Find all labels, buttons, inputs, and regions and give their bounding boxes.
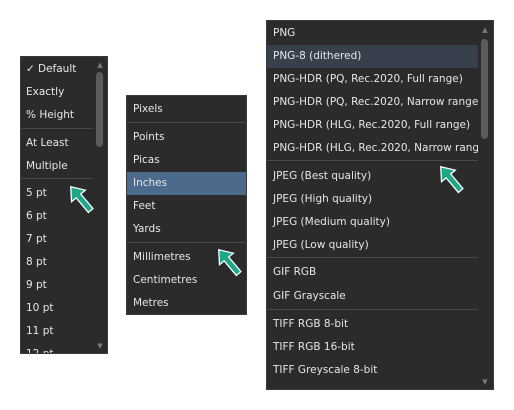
scroll-up-arrow-icon[interactable]: ▲	[480, 26, 490, 34]
scroll-up-arrow-icon[interactable]: ▲	[95, 61, 105, 69]
green-arrow-icon	[440, 165, 464, 194]
menu-item-label: Yards	[133, 223, 161, 235]
menu-item-label: TIFF RGB 16-bit	[273, 341, 355, 353]
menu-item-png-hdr-hlg-rec-2020-narrow-range[interactable]: PNG-HDR (HLG, Rec.2020, Narrow range)	[267, 137, 490, 160]
menu-item-label: Millimetres	[133, 251, 191, 263]
menu-item-label: PNG-HDR (PQ, Rec.2020, Full range)	[273, 73, 463, 85]
scroll-down-arrow-icon[interactable]: ▼	[480, 378, 490, 386]
menu-item-7-pt[interactable]: 7 pt	[21, 228, 93, 251]
menu-item-label: Inches	[133, 177, 168, 189]
menu-item-tiff-rgb-16-bit[interactable]: TIFF RGB 16-bit	[267, 336, 478, 359]
menu-item-label: Default	[38, 63, 77, 75]
checkmark-icon: ✓	[26, 63, 35, 75]
menu-item-11-pt[interactable]: 11 pt	[21, 320, 93, 343]
menu-item-yards[interactable]: Yards	[127, 218, 246, 241]
menu-item-png-hdr-pq-rec-2020-narrow-range[interactable]: PNG-HDR (PQ, Rec.2020, Narrow range)	[267, 91, 482, 114]
menu-item-label: 11 pt	[26, 325, 54, 337]
menu-item-label: 5 pt	[26, 187, 47, 199]
menu-item-label: JPEG (Medium quality)	[273, 216, 390, 228]
menu-item-tiff-greyscale-8-bit[interactable]: TIFF Greyscale 8-bit	[267, 359, 478, 382]
menu-item-label: JPEG (Best quality)	[273, 170, 372, 182]
menu-item-points[interactable]: Points	[127, 126, 246, 149]
menu-item-label: PNG-8 (dithered)	[273, 50, 362, 62]
green-arrow-icon	[218, 248, 242, 277]
menu-item-picas[interactable]: Picas	[127, 149, 246, 172]
menu-item-png[interactable]: PNG	[267, 22, 478, 45]
menu-separator	[127, 122, 246, 123]
menu-item-label: GIF Grayscale	[273, 290, 346, 302]
menu-item-png-hdr-pq-rec-2020-full-range[interactable]: PNG-HDR (PQ, Rec.2020, Full range)	[267, 68, 478, 91]
menu-separator	[21, 178, 93, 179]
menu-item-multiple[interactable]: Multiple	[21, 155, 93, 178]
menu-item-inches[interactable]: Inches	[127, 172, 246, 195]
menu-item-label: Centimetres	[133, 274, 198, 286]
menu-item-label: TIFF RGB 8-bit	[273, 318, 349, 330]
scroll-thumb[interactable]	[96, 72, 103, 147]
menu-item-label: 9 pt	[26, 279, 47, 291]
menu-item-label: GIF RGB	[273, 266, 317, 278]
menu-item-label: PNG-HDR (HLG, Rec.2020, Full range)	[273, 119, 471, 131]
menu-item-jpeg-low-quality[interactable]: JPEG (Low quality)	[267, 234, 478, 257]
menu-item-label: Exactly	[26, 86, 65, 98]
menu-separator	[267, 309, 478, 310]
menu-item-label: 7 pt	[26, 233, 47, 245]
menu-item-pixels[interactable]: Pixels	[127, 98, 246, 121]
units-dropdown: Pixels Points Picas Inches Feet Yards Millimet…	[126, 95, 247, 315]
menu-item-label: TIFF Greyscale 8-bit	[273, 364, 378, 376]
menu-item-label: 10 pt	[26, 302, 54, 314]
menu-item-label: PNG-HDR (PQ, Rec.2020, Narrow range)	[273, 96, 483, 108]
menu-item-height[interactable]: % Height	[21, 104, 93, 127]
menu-item-label: At Least	[26, 137, 69, 149]
menu-item-label: 8 pt	[26, 256, 47, 268]
menu-item-label: PNG	[273, 27, 296, 39]
menu-item-label: PNG-HDR (HLG, Rec.2020, Narrow range)	[273, 142, 490, 154]
menu-item-12-pt[interactable]: 12 pt	[21, 343, 93, 354]
scroll-down-arrow-icon[interactable]: ▼	[95, 342, 105, 350]
menu-item-label: % Height	[26, 109, 75, 121]
menu-item-label: JPEG (High quality)	[273, 193, 373, 205]
menu-item-9-pt[interactable]: 9 pt	[21, 274, 93, 297]
menu-item-label: Points	[133, 131, 165, 143]
menu-item-label: 12 pt	[26, 348, 54, 354]
menu-item-png-hdr-hlg-rec-2020-full-range[interactable]: PNG-HDR (HLG, Rec.2020, Full range)	[267, 114, 478, 137]
menu-item-8-pt[interactable]: 8 pt	[21, 251, 93, 274]
export-format-dropdown: PNG PNG-8 (dithered) PNG-HDR (PQ, Rec.2020…	[266, 20, 494, 390]
menu-item-label: JPEG (Low quality)	[273, 239, 369, 251]
menu-item-jpeg-medium-quality[interactable]: JPEG (Medium quality)	[267, 211, 478, 234]
menu-item-exactly[interactable]: Exactly	[21, 81, 93, 104]
menu-item-gif-grayscale[interactable]: GIF Grayscale	[267, 285, 478, 308]
menu-item-default[interactable]: ✓ Default	[21, 58, 93, 81]
menu-item-label: Picas	[133, 154, 160, 166]
menu-item-10-pt[interactable]: 10 pt	[21, 297, 93, 320]
menu-item-gif-rgb[interactable]: GIF RGB	[267, 261, 478, 284]
menu-item-label: Metres	[133, 297, 169, 309]
menu-item-metres[interactable]: Metres	[127, 292, 246, 314]
menu-separator	[267, 160, 478, 161]
menu-item-label: Multiple	[26, 160, 68, 172]
menu-item-feet[interactable]: Feet	[127, 195, 246, 218]
scroll-thumb[interactable]	[481, 39, 488, 139]
menu-separator	[127, 242, 246, 243]
menu-item-label: Pixels	[133, 103, 163, 115]
scrollbar[interactable]: ▲ ▼	[478, 21, 492, 389]
menu-item-label: Feet	[133, 200, 156, 212]
green-arrow-icon	[70, 185, 94, 214]
menu-item-tiff-rgb-8-bit[interactable]: TIFF RGB 8-bit	[267, 313, 478, 336]
menu-item-png-8-dithered[interactable]: PNG-8 (dithered)	[267, 45, 478, 68]
menu-separator	[21, 128, 93, 129]
menu-item-label: 6 pt	[26, 210, 47, 222]
menu-item-at-least[interactable]: At Least	[21, 132, 93, 155]
menu-separator	[267, 257, 478, 258]
